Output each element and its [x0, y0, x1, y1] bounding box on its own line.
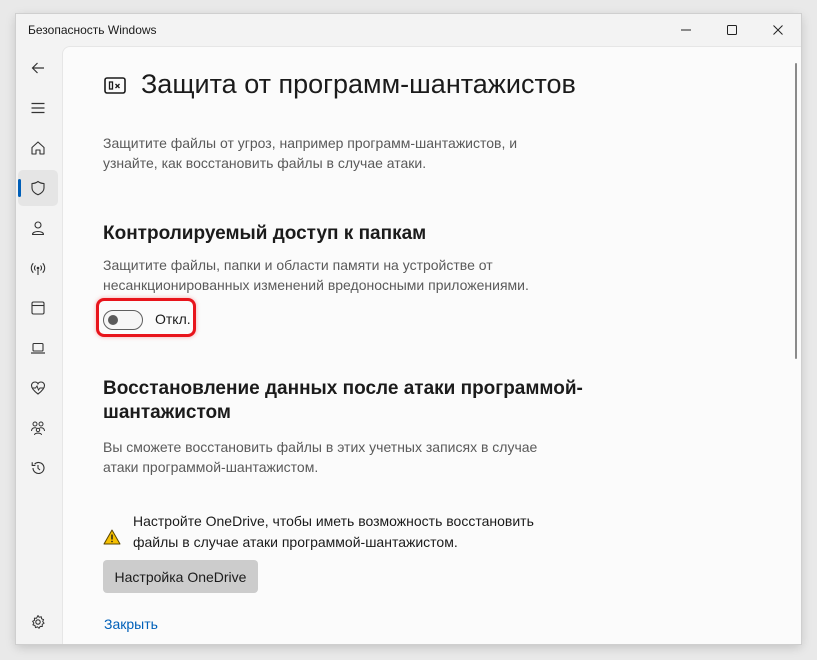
toggle-knob	[108, 315, 118, 325]
menu-toggle-button[interactable]	[18, 90, 58, 126]
sidebar-item-family-options[interactable]	[18, 410, 58, 446]
dismiss-link[interactable]: Закрыть	[104, 616, 158, 632]
cfa-toggle-label: Откл.	[155, 311, 191, 327]
family-icon	[31, 421, 45, 436]
title-bar: Безопасность Windows	[16, 14, 801, 46]
recovery-desc-line: Вы сможете восстановить файлы в этих уче…	[103, 439, 538, 455]
sidebar-item-home[interactable]	[18, 130, 58, 166]
cfa-desc-line: Защитите файлы, папки и области памяти н…	[103, 257, 493, 273]
main-content: Защита от программ-шантажистов Защитите …	[62, 46, 801, 644]
sidebar	[16, 46, 62, 644]
history-icon	[31, 461, 45, 474]
recovery-heading-line: шантажистом	[103, 402, 231, 423]
active-indicator	[18, 179, 21, 197]
sidebar-item-virus-protection[interactable]	[18, 170, 58, 206]
home-icon	[31, 141, 45, 155]
scrollbar[interactable]	[795, 63, 797, 359]
warning-icon	[103, 529, 121, 545]
wireless-antenna-icon	[30, 262, 46, 275]
person-icon	[31, 221, 45, 236]
intro-line: узнайте, как восстановить файлы в случае…	[103, 155, 427, 171]
recovery-heading: Восстановление данных после атаки програ…	[103, 377, 603, 425]
heart-pulse-icon	[30, 381, 46, 395]
sidebar-item-device-security[interactable]	[18, 330, 58, 366]
setup-onedrive-button[interactable]: Настройка OneDrive	[103, 560, 258, 593]
onedrive-warning-text: Настройте OneDrive, чтобы иметь возможно…	[133, 511, 534, 553]
cfa-desc-line: несанкционированных изменений вредоносны…	[103, 277, 529, 293]
recovery-desc-line: атаки программой-шантажистом.	[103, 459, 319, 475]
warning-line: Настройте OneDrive, чтобы иметь возможно…	[133, 513, 534, 529]
close-button[interactable]	[755, 14, 801, 46]
back-arrow-icon	[31, 62, 44, 74]
cfa-toggle-switch[interactable]	[103, 310, 143, 330]
maximize-button[interactable]	[709, 14, 755, 46]
window-title: Безопасность Windows	[28, 23, 157, 37]
app-browser-window-icon	[31, 301, 45, 315]
app-window: Безопасность Windows Защита от программ-…	[16, 14, 801, 644]
hamburger-menu-icon	[31, 102, 45, 114]
page-title: Защита от программ-шантажистов	[141, 69, 576, 99]
laptop-icon	[31, 342, 45, 354]
recovery-description: Вы сможете восстановить файлы в этих уче…	[103, 437, 583, 477]
warning-line: файлы в случае атаки программой-шантажис…	[133, 534, 458, 550]
minimize-icon	[681, 29, 691, 31]
cfa-heading: Контролируемый доступ к папкам	[103, 223, 427, 244]
ransomware-protection-icon	[104, 77, 126, 94]
sidebar-item-account[interactable]	[18, 210, 58, 246]
close-icon	[773, 25, 783, 35]
shield-icon	[31, 180, 45, 196]
back-button[interactable]	[18, 50, 58, 86]
page-intro: Защитите файлы от угроз, например програ…	[103, 133, 583, 173]
sidebar-item-protection-history[interactable]	[18, 450, 58, 486]
sidebar-item-firewall[interactable]	[18, 250, 58, 286]
intro-line: Защитите файлы от угроз, например програ…	[103, 135, 518, 151]
cfa-description: Защитите файлы, папки и области памяти н…	[103, 255, 583, 295]
recovery-heading-line: Восстановление данных после атаки програ…	[103, 378, 583, 399]
gear-icon	[32, 615, 45, 629]
sidebar-item-app-browser[interactable]	[18, 290, 58, 326]
sidebar-item-settings[interactable]	[18, 604, 58, 640]
minimize-button[interactable]	[663, 14, 709, 46]
sidebar-item-device-health[interactable]	[18, 370, 58, 406]
maximize-icon	[727, 25, 737, 35]
